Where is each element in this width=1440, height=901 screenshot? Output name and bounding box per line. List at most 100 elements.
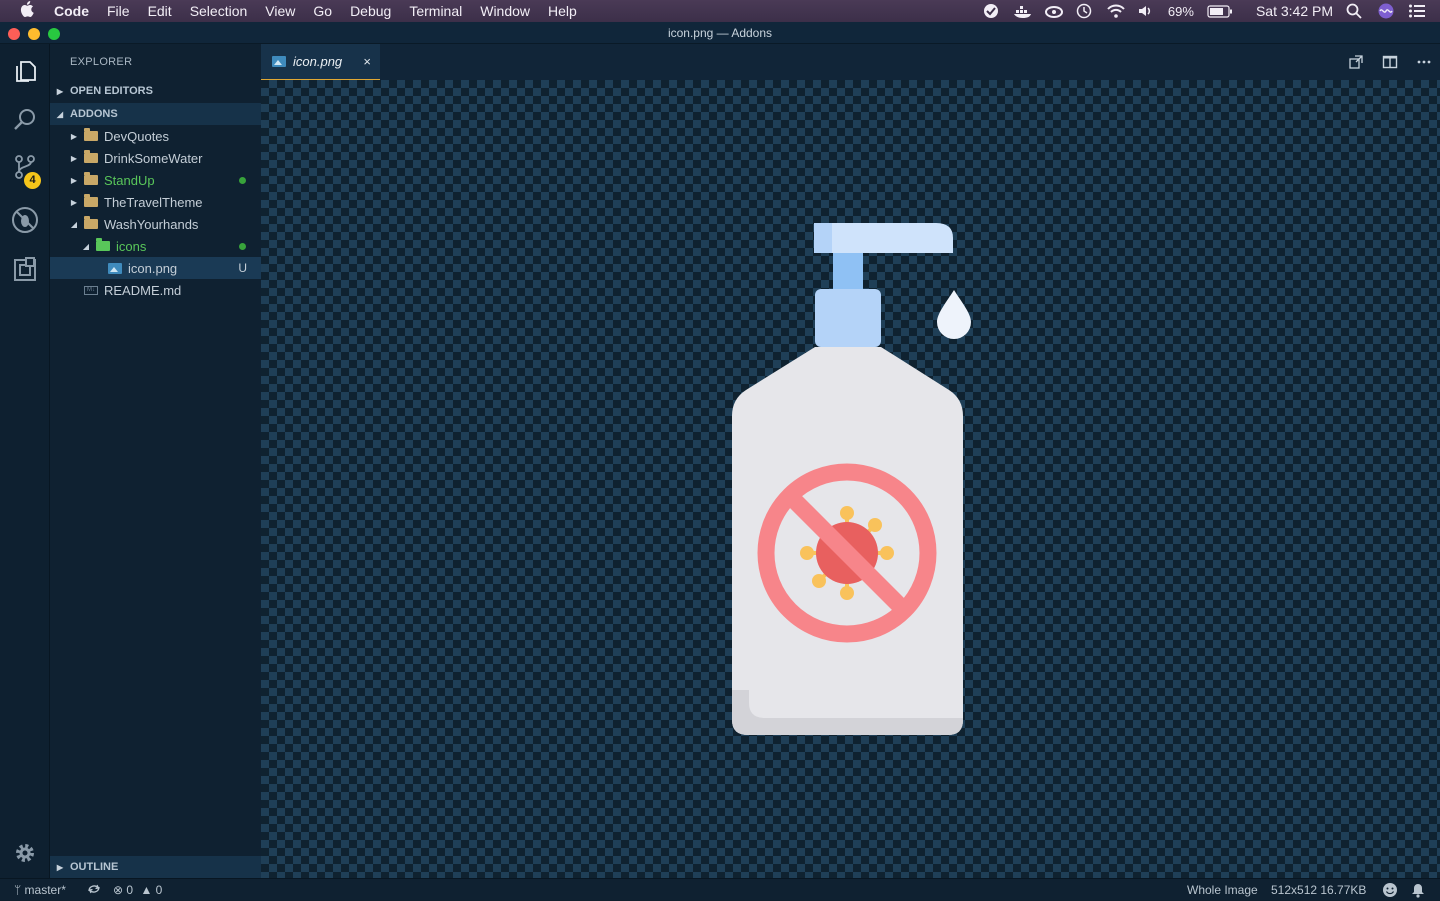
window-title: icon.png — Addons <box>667 26 773 40</box>
source-control-badge: 4 <box>24 172 41 189</box>
chevron-right-icon: ▶ <box>56 86 64 96</box>
open-editors-section[interactable]: ▶ OPEN EDITORS <box>50 80 261 102</box>
settings-gear-icon[interactable] <box>0 828 50 878</box>
tree-item-label: README.md <box>104 282 182 298</box>
chevron-right-icon: ▶ <box>70 153 78 163</box>
image-file-icon <box>108 262 122 274</box>
editor-area: icon.png × <box>261 44 1440 878</box>
folder-open-icon <box>84 216 98 229</box>
error-icon: ⊗ <box>113 883 124 897</box>
folder-icon <box>84 128 98 141</box>
apple-menu-icon[interactable] <box>0 1 54 21</box>
battery-percent: 69% <box>1167 3 1194 19</box>
tree-folder-washyourhands[interactable]: ◢ WashYourhands <box>50 213 261 235</box>
markdown-file-icon: M↓ <box>84 285 98 295</box>
time-machine-icon[interactable] <box>1075 3 1093 19</box>
menu-window[interactable]: Window <box>471 3 539 19</box>
menubar-clock[interactable]: Sat 3:42 PM <box>1256 3 1333 19</box>
todoist-icon[interactable] <box>982 3 1000 19</box>
tree-folder-drinksomewater[interactable]: ▶ DrinkSomeWater <box>50 147 261 169</box>
feedback-smiley-icon[interactable] <box>1382 882 1398 901</box>
menu-help[interactable]: Help <box>539 3 586 19</box>
folder-icon <box>84 172 98 185</box>
menu-app-code[interactable]: Code <box>54 3 98 19</box>
tab-icon-png[interactable]: icon.png × <box>261 44 380 80</box>
tree-item-label: WashYourhands <box>104 216 199 232</box>
tree-file-readme[interactable]: M↓ README.md <box>50 279 261 301</box>
image-size-status: 512x512 16.77KB <box>1271 883 1367 897</box>
menu-file[interactable]: File <box>98 3 139 19</box>
volume-icon[interactable] <box>1137 3 1155 19</box>
tree-file-icon-png[interactable]: icon.png U <box>50 257 261 279</box>
open-changes-icon[interactable] <box>1348 54 1364 73</box>
notification-center-icon[interactable] <box>1408 3 1426 19</box>
tree-folder-thetraveltheme[interactable]: ▶ TheTravelTheme <box>50 191 261 213</box>
folder-icon <box>84 150 98 163</box>
menu-edit[interactable]: Edit <box>139 3 181 19</box>
image-zoom-status[interactable]: Whole Image <box>1187 883 1258 897</box>
tree-item-label: TheTravelTheme <box>104 194 203 210</box>
error-count: 0 <box>126 883 134 897</box>
status-bar: ᛘ master* ⊗ 0 ▲ 0 Whole Image 512x512 16… <box>0 878 1440 900</box>
menu-go[interactable]: Go <box>304 3 341 19</box>
menu-selection[interactable]: Selection <box>181 3 257 19</box>
git-untracked-badge: U <box>238 261 247 275</box>
outline-label: OUTLINE <box>70 861 119 873</box>
tree-folder-icons[interactable]: ◢ icons <box>50 235 261 257</box>
git-modified-dot <box>239 177 246 184</box>
window-titlebar: icon.png — Addons <box>0 22 1440 44</box>
git-modified-dot <box>239 243 246 250</box>
explorer-icon[interactable] <box>0 46 50 96</box>
split-editor-icon[interactable] <box>1382 54 1398 73</box>
activity-bar: 4 <box>0 44 50 878</box>
chevron-down-icon: ◢ <box>56 109 64 119</box>
close-tab-button[interactable]: × <box>363 54 371 69</box>
chevron-right-icon: ▶ <box>70 175 78 185</box>
sidebar-title: EXPLORER <box>70 56 133 68</box>
image-preview-canvas[interactable] <box>261 80 1440 878</box>
spotlight-search-icon[interactable] <box>1346 3 1364 19</box>
image-file-icon <box>272 56 286 67</box>
chevron-down-icon: ◢ <box>82 241 90 251</box>
creative-cloud-icon[interactable] <box>1044 3 1063 19</box>
menu-view[interactable]: View <box>256 3 304 19</box>
docker-icon[interactable] <box>1013 3 1031 19</box>
search-icon[interactable] <box>0 95 50 145</box>
macos-menubar: Code File Edit Selection View Go Debug T… <box>0 0 1440 22</box>
warning-count: 0 <box>155 883 163 897</box>
git-branch[interactable]: ᛘ master* <box>14 883 66 897</box>
extensions-icon[interactable] <box>0 245 50 295</box>
battery-icon[interactable] <box>1207 3 1233 19</box>
tab-label: icon.png <box>293 54 343 69</box>
branch-name: master* <box>24 883 66 897</box>
tree-item-label: StandUp <box>104 172 155 188</box>
tree-folder-devquotes[interactable]: ▶ DevQuotes <box>50 125 261 147</box>
sanitizer-bottle-image <box>732 223 971 735</box>
editor-tabbar: icon.png × <box>261 44 1440 80</box>
git-branch-icon: ᛘ <box>14 883 22 897</box>
editor-actions <box>1348 54 1432 73</box>
folder-icon <box>84 194 98 207</box>
problems-indicator[interactable]: ⊗ 0 ▲ 0 <box>113 883 162 897</box>
tree-item-label: icons <box>116 238 147 254</box>
chevron-right-icon: ▶ <box>56 862 64 872</box>
sync-icon[interactable] <box>86 883 102 898</box>
tree-item-label: icon.png <box>128 260 178 276</box>
warning-icon: ▲ <box>140 883 153 897</box>
tree-item-label: DrinkSomeWater <box>104 150 203 166</box>
addons-label: ADDONS <box>70 108 118 120</box>
more-actions-icon[interactable] <box>1416 54 1432 73</box>
notifications-bell-icon[interactable] <box>1411 882 1425 901</box>
siri-icon[interactable] <box>1377 3 1395 19</box>
menu-debug[interactable]: Debug <box>341 3 400 19</box>
explorer-sidebar: EXPLORER ▶ OPEN EDITORS ◢ ADDONS ▶ DevQu… <box>50 44 261 878</box>
menu-terminal[interactable]: Terminal <box>400 3 471 19</box>
wifi-icon[interactable] <box>1106 3 1125 19</box>
tree-item-label: DevQuotes <box>104 128 170 144</box>
debug-icon[interactable] <box>0 195 50 245</box>
tree-folder-standup[interactable]: ▶ StandUp <box>50 169 261 191</box>
chevron-right-icon: ▶ <box>70 197 78 207</box>
outline-section[interactable]: ▶ OUTLINE <box>50 856 261 878</box>
addons-folder-section[interactable]: ◢ ADDONS <box>50 103 261 125</box>
chevron-right-icon: ▶ <box>70 131 78 141</box>
